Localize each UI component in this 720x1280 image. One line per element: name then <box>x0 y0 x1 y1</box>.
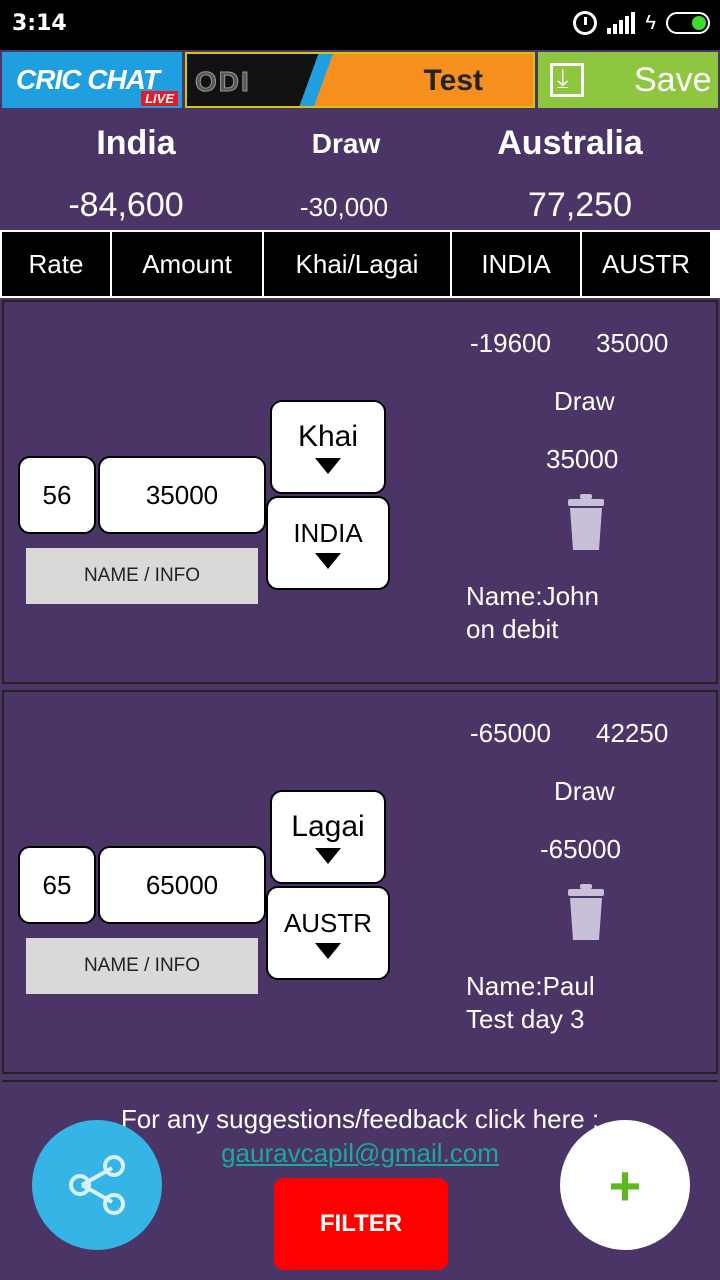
draw-name: Draw <box>311 128 381 159</box>
charging-icon: ϟ <box>645 11 656 34</box>
status-bar: 3:14 ϟ <box>0 0 720 50</box>
alarm-icon <box>573 11 598 35</box>
format-test[interactable]: Test <box>424 64 483 98</box>
note-info: Test day 3 <box>466 1004 585 1034</box>
team-value: INDIA <box>293 517 363 548</box>
app-logo: CRIC CHAT LIVE <box>2 52 182 108</box>
footer: For any suggestions/feedback click here … <box>2 1080 718 1280</box>
entry-card: 56 35000 Khai INDIA NAME / INFO -19600 3… <box>2 300 718 684</box>
status-time: 3:14 <box>12 11 67 36</box>
austr-value: 42250 <box>596 718 669 748</box>
top-bar: CRIC CHAT LIVE ODI Test Save <box>0 50 720 110</box>
draw-value: 35000 <box>546 444 619 474</box>
austr-value: 35000 <box>596 328 669 358</box>
draw-total: -30,000 <box>299 192 389 222</box>
share-button[interactable] <box>32 1120 162 1250</box>
note-name: Name:Paul <box>466 971 595 1001</box>
name-info-button[interactable]: NAME / INFO <box>26 548 258 604</box>
rate-field[interactable]: 56 <box>18 456 96 534</box>
share-icon <box>69 1155 125 1215</box>
save-label: Save <box>634 60 712 99</box>
note-name: Name:John <box>466 581 599 611</box>
signal-icon <box>607 12 636 34</box>
header-rate: Rate <box>2 232 110 296</box>
status-icons: ϟ <box>573 11 710 35</box>
plus-icon: + <box>608 1153 642 1217</box>
column-headers: Rate Amount Khai/Lagai INDIA AUSTR <box>0 230 720 298</box>
header-khai-lagai: Khai/Lagai <box>264 232 450 296</box>
team-select[interactable]: INDIA <box>266 496 390 590</box>
team-australia-name: Australia <box>497 124 643 162</box>
khai-lagai-select[interactable]: Lagai <box>270 790 386 884</box>
delete-icon[interactable] <box>566 494 606 552</box>
entry-note: Name:Paul Test day 3 <box>466 970 595 1036</box>
khai-lagai-value: Khai <box>297 420 359 453</box>
format-odi[interactable]: ODI <box>195 66 251 98</box>
save-button[interactable]: Save <box>538 52 718 108</box>
amount-field[interactable]: 35000 <box>98 456 266 534</box>
dropdown-arrow-icon <box>315 552 341 569</box>
team-value: AUSTR <box>283 907 373 938</box>
header-austr: AUSTR <box>582 232 710 296</box>
draw-label: Draw <box>554 776 615 806</box>
entry-note: Name:John on debit <box>466 580 599 646</box>
live-badge: LIVE <box>141 91 178 106</box>
logo-text: CRIC CHAT <box>16 64 160 95</box>
india-total: -84,600 <box>68 186 184 224</box>
rate-field[interactable]: 65 <box>18 846 96 924</box>
name-info-button[interactable]: NAME / INFO <box>26 938 258 994</box>
entry-card: 65 65000 Lagai AUSTR NAME / INFO -65000 … <box>2 690 718 1074</box>
australia-total: 77,250 <box>528 186 632 224</box>
khai-lagai-select[interactable]: Khai <box>270 400 386 494</box>
header-amount: Amount <box>112 232 262 296</box>
header-india: INDIA <box>452 232 580 296</box>
amount-field[interactable]: 65000 <box>98 846 266 924</box>
team-india-name: India <box>96 124 176 162</box>
draw-label: Draw <box>554 386 615 416</box>
delete-icon[interactable] <box>566 884 606 942</box>
save-icon <box>550 63 584 97</box>
battery-icon <box>666 12 710 34</box>
india-value: -19600 <box>470 328 551 358</box>
dropdown-arrow-icon <box>315 458 341 474</box>
india-value: -65000 <box>470 718 551 748</box>
add-entry-button[interactable]: + <box>560 1120 690 1250</box>
format-toggle[interactable]: ODI Test <box>185 52 535 108</box>
dropdown-arrow-icon <box>315 848 341 864</box>
note-info: on debit <box>466 614 559 644</box>
khai-lagai-value: Lagai <box>291 810 365 843</box>
filter-button[interactable]: FILTER <box>274 1178 448 1270</box>
team-select[interactable]: AUSTR <box>266 886 390 980</box>
dropdown-arrow-icon <box>315 942 341 959</box>
draw-value: -65000 <box>540 834 621 864</box>
